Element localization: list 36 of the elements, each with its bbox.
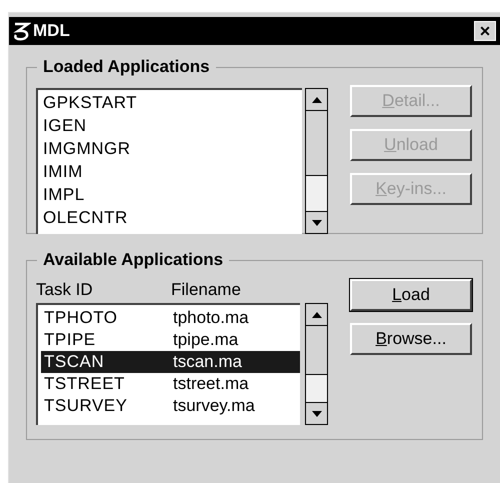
default-button[interactable]: Load xyxy=(350,279,472,311)
scroll-down-icon[interactable] xyxy=(306,211,327,233)
scroll-up-icon[interactable] xyxy=(306,304,327,326)
close-button[interactable]: × xyxy=(474,21,496,41)
filename-cell: tstreet.ma xyxy=(173,373,249,395)
column-header: Filename xyxy=(171,279,241,302)
list-item[interactable]: GPKSTART xyxy=(43,91,302,114)
list-item[interactable]: IMGMNGR xyxy=(43,137,302,160)
list-row[interactable]: TPIPE tpipe.ma xyxy=(41,329,300,351)
filename-cell: tscan.ma xyxy=(173,351,242,373)
scrollbar[interactable] xyxy=(305,303,328,425)
list-item[interactable]: IGEN xyxy=(43,114,302,137)
scrollbar[interactable] xyxy=(305,88,328,234)
scroll-thumb[interactable] xyxy=(306,326,327,376)
scroll-down-icon[interactable] xyxy=(306,402,327,424)
task-id-cell-text: TSURVEY xyxy=(44,395,128,417)
column-header: Task ID xyxy=(36,279,94,302)
list-row[interactable]: TSURVEY tsurvey.ma xyxy=(41,395,300,417)
task-id-cell-text: TPHOTO xyxy=(44,307,119,329)
list-row[interactable]: TSTREET tstreet.ma xyxy=(41,373,300,395)
window-title: MDL xyxy=(33,20,70,42)
task-id-cell-text: TPIPE xyxy=(44,329,97,351)
list-item[interactable]: OLECNTR xyxy=(43,206,302,229)
task-id-cell-text: TSTREET xyxy=(44,373,126,395)
list-row[interactable]: TSCAN tscan.ma xyxy=(41,351,300,373)
filename-cell: tphoto.ma xyxy=(173,307,249,329)
dialog-button[interactable]: Browse... xyxy=(350,323,472,355)
filename-cell: tpipe.ma xyxy=(173,329,238,351)
list-item[interactable]: IMPL xyxy=(43,183,302,206)
scroll-up-icon[interactable] xyxy=(306,89,327,111)
list-item[interactable]: IMIM xyxy=(43,160,302,183)
task-id-cell-text: TSCAN xyxy=(44,351,106,373)
scroll-thumb[interactable] xyxy=(306,111,327,176)
filename-cell: tsurvey.ma xyxy=(173,395,255,417)
list-row[interactable]: TPHOTO tphoto.ma xyxy=(41,307,300,329)
app-logo-icon xyxy=(13,21,31,41)
